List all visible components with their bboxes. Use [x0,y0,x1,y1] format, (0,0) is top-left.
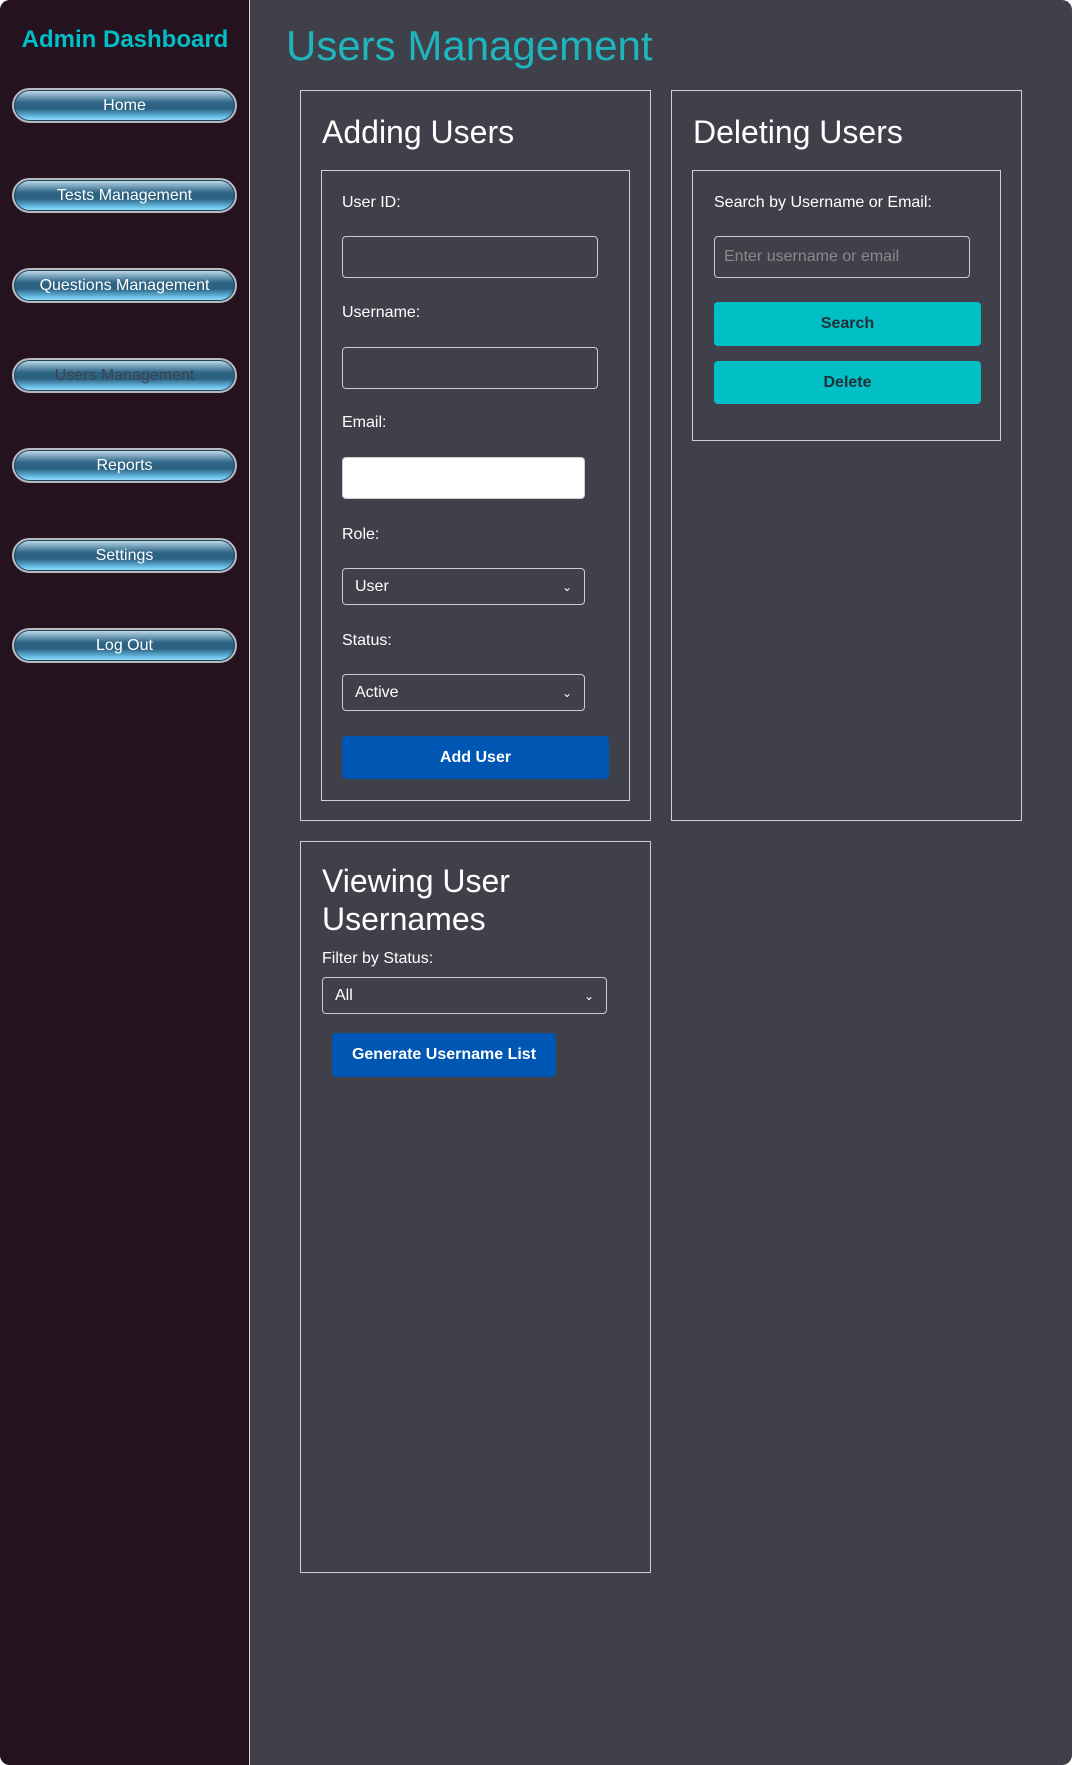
add-user-form: User ID: Username: Email: Role: User ⌄ St… [321,170,630,801]
search-input[interactable] [714,236,970,278]
sidebar-item-tests-management[interactable]: Tests Management [12,178,237,213]
status-label: Status: [342,632,392,649]
adding-users-heading: Adding Users [322,114,515,150]
status-select-value: Active [355,683,399,701]
username-label: Username: [342,304,421,321]
filter-status-select[interactable]: All ⌄ [322,977,607,1014]
sidebar-item-users-management[interactable]: Users Management [12,358,237,393]
app-frame: Admin Dashboard Home Tests Management Qu… [0,0,1072,1765]
sidebar-item-questions-management[interactable]: Questions Management [12,268,237,303]
delete-user-form: Search by Username or Email: Search Dele… [692,170,1001,441]
sidebar-item-reports[interactable]: Reports [12,448,237,483]
sidebar-item-log-out[interactable]: Log Out [12,628,237,663]
filter-status-label: Filter by Status: [322,950,434,967]
adding-users-panel: Adding Users User ID: Username: Email: R… [300,90,651,821]
email-label: Email: [342,414,387,431]
search-button[interactable]: Search [714,302,981,346]
role-select-value: User [355,577,389,595]
sidebar-item-settings[interactable]: Settings [12,538,237,573]
chevron-down-icon: ⌄ [561,579,572,594]
viewing-usernames-panel: Viewing User Usernames Filter by Status:… [300,841,651,1573]
sidebar: Admin Dashboard Home Tests Management Qu… [0,0,250,1765]
sidebar-item-home[interactable]: Home [12,88,237,123]
chevron-down-icon: ⌄ [583,988,594,1003]
role-label: Role: [342,526,380,543]
deleting-users-panel: Deleting Users Search by Username or Ema… [671,90,1022,821]
role-select[interactable]: User ⌄ [342,568,585,605]
status-select[interactable]: Active ⌄ [342,674,585,711]
search-label: Search by Username or Email: [714,194,932,211]
username-input[interactable] [342,347,598,389]
sidebar-title: Admin Dashboard [21,26,229,53]
generate-username-list-button[interactable]: Generate Username List [332,1033,556,1077]
add-user-button[interactable]: Add User [342,736,609,779]
page-title: Users Management [286,22,653,69]
user-id-input[interactable] [342,236,598,278]
email-input[interactable] [342,457,585,499]
viewing-usernames-heading: Viewing User Usernames [322,863,510,937]
filter-status-value: All [335,986,353,1004]
delete-button[interactable]: Delete [714,361,981,404]
chevron-down-icon: ⌄ [561,685,572,700]
user-id-label: User ID: [342,194,401,211]
deleting-users-heading: Deleting Users [693,114,903,150]
